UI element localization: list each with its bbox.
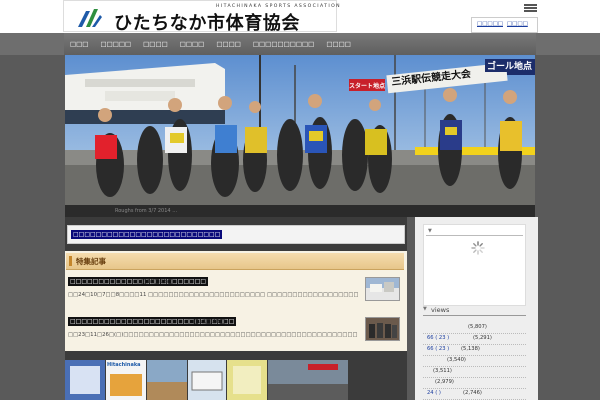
view-row-count: (3,511) bbox=[433, 368, 452, 374]
view-row[interactable]: 24 ( ) (2,746) bbox=[423, 388, 526, 400]
views-title: views bbox=[431, 306, 450, 314]
article-thumbnail[interactable] bbox=[365, 277, 400, 301]
article-excerpt: □□23□11□26□(□)□□□□□□□□□□□□□□□□□□□□□□□□□□… bbox=[68, 332, 358, 338]
hero-image[interactable]: スタート地点 三浜駅伝競走大会 ゴール地点 bbox=[65, 55, 535, 205]
site-logo[interactable]: HITACHINAKA SPORTS ASSOCIATION ひたちなか市体育協… bbox=[63, 0, 340, 34]
goal-sign: ゴール地点 bbox=[485, 59, 535, 72]
top-header: HITACHINAKA SPORTS ASSOCIATION ひたちなか市体育協… bbox=[0, 0, 600, 34]
view-row-name: 66 ( 23 ) bbox=[427, 335, 450, 341]
views-caret-icon: ▼ bbox=[423, 306, 427, 312]
header-link-2[interactable]: □□□□ bbox=[507, 21, 528, 29]
nav-item-4[interactable]: □□□□ bbox=[174, 33, 211, 55]
views-widget: ▼ views (5,807) 66 ( 23 ) (5,291) 66 ( 2… bbox=[423, 306, 526, 400]
menu-icon[interactable] bbox=[524, 4, 537, 13]
article-item: □□□□□□□□□□□□□□□□□□□□□□□□□□□□□ □11□28□ □□… bbox=[65, 317, 407, 347]
feature-accent-bar bbox=[69, 256, 72, 266]
article-thumbnail[interactable] bbox=[365, 317, 400, 341]
article-excerpt: □□24□10□7□□8□□□□11 □□□□□□□□□□□□□□□□□□□□□… bbox=[68, 292, 358, 298]
widget-caret-icon: ▼ bbox=[428, 228, 432, 234]
notice-panel: □□□□□□□□□□□□□□□□□□□□□□□□□□ bbox=[67, 225, 405, 244]
thumb-1[interactable] bbox=[65, 360, 105, 400]
logo-mark-icon bbox=[78, 9, 102, 27]
nav-item-7[interactable]: □□□□ bbox=[320, 33, 357, 55]
start-sign: スタート地点 bbox=[349, 83, 386, 90]
header-links: □□□□□ □□□□ bbox=[471, 17, 538, 33]
view-row-count: (5,138) bbox=[461, 346, 480, 352]
article-item: □□□□□□□□□□□□□□□□□□□□□□□□ □10□18□ □□24□10… bbox=[65, 277, 407, 307]
feature-panel: 特集記事 □□□□□□□□□□□□□□□□□□□□□□□□ □10□18□ □□… bbox=[65, 251, 407, 351]
view-row-count: (5,291) bbox=[473, 335, 492, 341]
nav-item-5[interactable]: □□□□ bbox=[210, 33, 247, 55]
article-title[interactable]: □□□□□□□□□□□□□□□□□□□□□□□□ bbox=[68, 277, 209, 286]
views-divider bbox=[423, 315, 526, 316]
sidebar-widget: ▼ bbox=[423, 224, 526, 306]
thumb-3[interactable] bbox=[147, 360, 187, 400]
global-nav: □□□ □□□□□ □□□□ □□□□ □□□□ □□□□□□□□□□ □□□□ bbox=[0, 33, 600, 55]
loading-spinner-icon bbox=[471, 241, 485, 255]
site-title: ひたちなか市体育協会 bbox=[114, 13, 300, 34]
nav-item-1[interactable]: □□□ bbox=[64, 33, 94, 55]
thumb-6[interactable] bbox=[268, 360, 348, 400]
thumb-4[interactable] bbox=[188, 360, 226, 400]
nav-item-3[interactable]: □□□□ bbox=[137, 33, 174, 55]
thumb-2-label: Hitachinaka bbox=[107, 362, 141, 368]
thumbnail-strip: Hitachinaka bbox=[65, 360, 383, 400]
view-row-name: 66 ( 23 ) bbox=[427, 346, 450, 352]
header-link-1[interactable]: □□□□□ bbox=[477, 21, 503, 29]
hero-caption: Roughs from 3/7 2014 … bbox=[65, 205, 535, 217]
view-row-count: (2,746) bbox=[463, 390, 482, 396]
view-row-count: (2,979) bbox=[435, 379, 454, 385]
nav-item-6[interactable]: □□□□□□□□□□ bbox=[247, 33, 320, 55]
thumb-2[interactable]: Hitachinaka bbox=[106, 360, 146, 400]
notice-link[interactable]: □□□□□□□□□□□□□□□□□□□□□□□□□□ bbox=[71, 230, 223, 239]
article-date: □11□28□ bbox=[193, 318, 226, 325]
nav-item-2[interactable]: □□□□□ bbox=[94, 33, 137, 55]
widget-divider bbox=[426, 235, 523, 236]
feature-header: 特集記事 bbox=[66, 253, 404, 270]
feature-heading: 特集記事 bbox=[76, 257, 106, 266]
article-date: □10□18□ bbox=[141, 278, 174, 285]
view-row-count: (3,540) bbox=[447, 357, 466, 363]
view-row-name: 24 ( ) bbox=[427, 390, 441, 396]
view-row-count: (5,807) bbox=[468, 324, 487, 330]
thumb-5[interactable] bbox=[227, 360, 267, 400]
